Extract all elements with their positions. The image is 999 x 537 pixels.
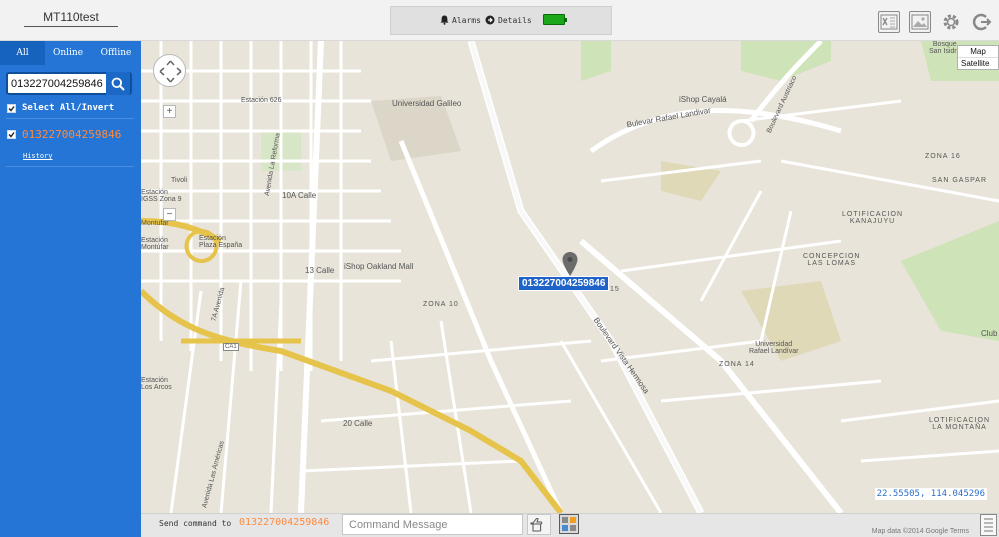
map-label: CONCEPCION LAS LOMAS: [803, 253, 861, 267]
map-label: iShop Oakland Mall: [344, 262, 414, 271]
zoom-in-button[interactable]: +: [163, 105, 176, 118]
map-label: LOTIFICACION LA MONTAÑA: [929, 417, 991, 431]
cursor-coordinates: 22.55505, 114.045296: [874, 488, 987, 500]
map-pan-control[interactable]: [153, 54, 186, 87]
command-prefix-label: Send command to: [159, 519, 232, 528]
zoom-out-button[interactable]: −: [163, 208, 176, 221]
panel-toggle-icon[interactable]: [980, 514, 997, 536]
device-list-item: 013227004259846: [7, 128, 121, 141]
map-view[interactable]: Bosque San Isidro Universidad Galileo iS…: [141, 41, 999, 513]
logout-icon[interactable]: [971, 11, 993, 33]
map-label: Estación Plaza España: [199, 235, 243, 249]
pointing-hand-icon: [530, 517, 543, 531]
tab-offline[interactable]: Offline: [91, 41, 141, 65]
map-label: 10A Calle: [282, 191, 317, 200]
select-all-checkbox[interactable]: [7, 103, 16, 113]
device-imei[interactable]: 013227004259846: [22, 128, 121, 141]
map-label: Universidad Galileo: [392, 99, 462, 108]
map-type-satellite-button[interactable]: Satellite: [958, 58, 998, 69]
history-link[interactable]: History: [23, 152, 53, 160]
device-search-input[interactable]: [11, 76, 111, 91]
map-label: 20 Calle: [343, 419, 373, 428]
top-bar: MT110test Alarms Details: [0, 0, 999, 41]
map-attribution: Map data ©2014 Google Terms: [871, 528, 969, 535]
command-target-device: 013227004259846: [239, 517, 330, 528]
map-type-map-button[interactable]: Map: [958, 46, 998, 58]
grid-icon: [562, 517, 576, 531]
map-label: CA1: [223, 343, 239, 351]
map-label: Bosque San Isidro: [929, 41, 961, 55]
pan-arrows-icon: [159, 60, 182, 83]
status-panel: Alarms Details: [390, 6, 612, 35]
checkmark-icon: [8, 132, 15, 138]
map-label: ZONA 10: [423, 301, 459, 308]
device-list-panel: Select All/Invert 013227004259846 Histor…: [0, 65, 141, 537]
bell-icon: [440, 15, 449, 25]
map-label: ZONA 16: [925, 153, 961, 160]
device-title[interactable]: MT110test: [24, 10, 118, 27]
toolbar-icons: [878, 11, 993, 33]
checkmark-icon: [8, 105, 15, 112]
details-icon: [485, 15, 495, 25]
device-marker-label[interactable]: 013227004259846: [518, 276, 610, 291]
send-command-button[interactable]: [527, 514, 551, 535]
details-label: Details: [498, 15, 532, 25]
select-all-label[interactable]: Select All/Invert: [22, 103, 114, 113]
tab-online[interactable]: Online: [45, 41, 91, 65]
map-label: Universidad Rafael Landívar: [749, 341, 799, 355]
device-filter-tabs: All Online Offline: [0, 41, 141, 65]
map-label: Montufar: [141, 220, 169, 227]
device-sidebar: All Online Offline Select All/Invert 013…: [0, 41, 141, 537]
select-all-row: Select All/Invert: [7, 103, 114, 113]
map-label: Tivoli: [171, 177, 188, 184]
image-icon[interactable]: [909, 11, 931, 33]
alarms-button[interactable]: Alarms: [440, 15, 481, 25]
map-label: ZONA 14: [719, 361, 755, 368]
excel-export-icon[interactable]: [878, 11, 900, 33]
location-pin-icon[interactable]: [562, 252, 578, 276]
map-label: SAN GASPAR: [932, 177, 987, 184]
command-bar: Send command to 013227004259846 Map data…: [141, 513, 999, 537]
tab-all[interactable]: All: [0, 41, 45, 65]
device-search-box: [6, 72, 132, 95]
map-type-control: Map Satellite: [957, 45, 999, 70]
divider: [6, 166, 134, 167]
details-button[interactable]: Details: [485, 15, 532, 25]
map-label: Club: [981, 329, 998, 338]
map-label: Estación Montúfar: [141, 237, 169, 251]
battery-icon: [543, 14, 567, 25]
map-label: Estación IGSS Zona 9: [141, 189, 182, 203]
map-label: Estación 626: [241, 97, 282, 104]
map-label: 13 Calle: [305, 266, 335, 275]
map-label: Estación Los Arcos: [141, 377, 172, 391]
command-message-input[interactable]: [342, 514, 523, 535]
alarms-label: Alarms: [452, 15, 481, 25]
command-grid-button[interactable]: [559, 514, 579, 534]
map-label: iShop Cayalá: [679, 95, 727, 104]
settings-gear-icon[interactable]: [940, 11, 962, 33]
search-button[interactable]: [106, 72, 130, 95]
divider: [6, 118, 134, 119]
device-checkbox[interactable]: [7, 130, 16, 139]
search-icon: [111, 77, 125, 91]
map-label: LOTIFICACION KANAJUYU: [842, 211, 904, 225]
